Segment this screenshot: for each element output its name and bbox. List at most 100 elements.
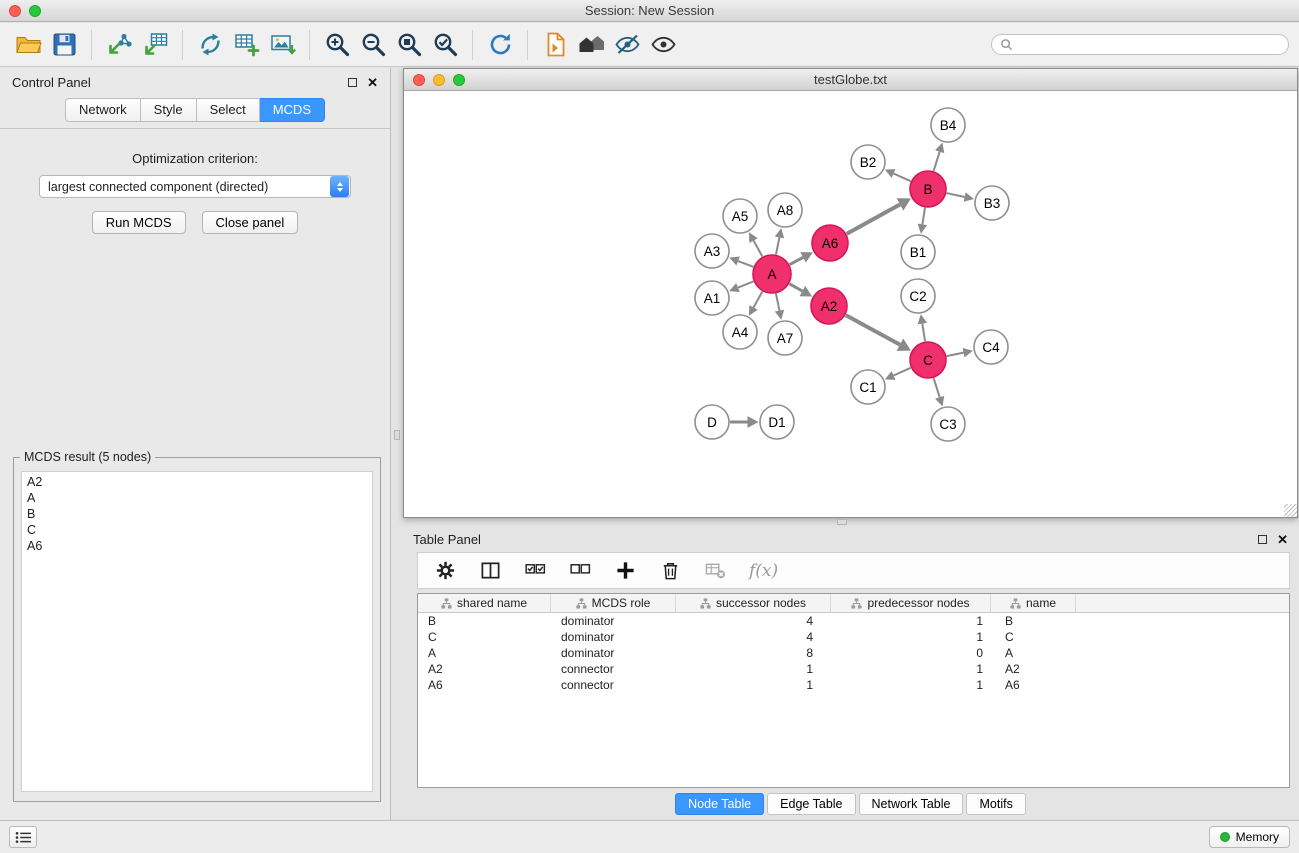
ndex-home-button[interactable] <box>573 27 609 63</box>
edge-A-A5[interactable] <box>754 241 763 257</box>
zoom-fit-button[interactable] <box>391 27 427 63</box>
zoom-window-icon[interactable] <box>29 5 41 17</box>
memory-button[interactable]: Memory <box>1209 826 1290 848</box>
tab-edge-table[interactable]: Edge Table <box>767 793 855 815</box>
edge-B-B1[interactable] <box>922 208 925 225</box>
mcds-result-item[interactable]: C <box>27 522 367 538</box>
edge-C-C1[interactable] <box>894 368 911 376</box>
close-panel-button[interactable]: Close panel <box>202 211 299 234</box>
optimization-criterion-dropdown[interactable]: largest connected component (directed) <box>39 175 351 198</box>
network-window-titlebar[interactable]: testGlobe.txt <box>404 69 1297 91</box>
edge-B-B3[interactable] <box>947 193 965 197</box>
tab-node-table[interactable]: Node Table <box>675 793 764 815</box>
import-table-button[interactable] <box>137 27 173 63</box>
zoom-view-icon[interactable] <box>453 74 465 86</box>
node-label-A: A <box>767 267 776 282</box>
export-image-button[interactable] <box>264 27 300 63</box>
tab-network-table[interactable]: Network Table <box>859 793 964 815</box>
table-row[interactable]: Cdominator41C <box>418 629 1289 645</box>
show-eye-button[interactable] <box>645 27 681 63</box>
hide-eye-button[interactable] <box>609 27 645 63</box>
table-settings-button[interactable] <box>434 558 457 584</box>
network-canvas[interactable]: B4B2BB3A5A8A6B1A3AC2A1A2A4A7C4CC1DD1C3 <box>404 92 1297 517</box>
task-history-button[interactable] <box>9 826 37 848</box>
edge-B-B2[interactable] <box>894 173 911 181</box>
hide-eye-icon <box>614 31 641 58</box>
deselect-all-button[interactable] <box>569 558 592 584</box>
column-header-MCDS-role[interactable]: MCDS role <box>551 594 676 612</box>
refresh-button[interactable] <box>482 27 518 63</box>
table-row[interactable]: A6connector11A6 <box>418 677 1289 693</box>
resize-grip-icon[interactable] <box>1284 504 1297 517</box>
edge-A-A1[interactable] <box>738 281 753 287</box>
toolbar-separator <box>309 30 310 60</box>
table-row[interactable]: Adominator80A <box>418 645 1289 661</box>
mcds-result-item[interactable]: A6 <box>27 538 367 554</box>
float-panel-icon[interactable] <box>348 78 357 87</box>
import-network-button[interactable] <box>101 27 137 63</box>
edge-A6-B[interactable] <box>847 204 900 233</box>
close-panel-icon[interactable]: ✕ <box>367 76 378 89</box>
mcds-result-item[interactable]: B <box>27 506 367 522</box>
run-mcds-button[interactable]: Run MCDS <box>92 211 186 234</box>
table-cell: C <box>418 629 551 645</box>
column-header-successor-nodes[interactable]: successor nodes <box>676 594 831 612</box>
tab-motifs[interactable]: Motifs <box>966 793 1025 815</box>
edge-C-C3[interactable] <box>934 378 940 397</box>
edge-A-A2[interactable] <box>789 284 802 291</box>
new-table-button[interactable] <box>228 27 264 63</box>
zoom-in-button[interactable] <box>319 27 355 63</box>
show-columns-button[interactable] <box>479 558 502 584</box>
zoom-selected-button[interactable] <box>427 27 463 63</box>
mcds-result-list[interactable]: A2ABCA6 <box>21 471 373 792</box>
minimize-view-icon[interactable] <box>433 74 445 86</box>
float-table-panel-icon[interactable] <box>1258 535 1267 544</box>
edge-B-B4[interactable] <box>934 152 940 171</box>
column-header-name[interactable]: name <box>991 594 1076 612</box>
function-builder-icon: f(x) <box>749 561 778 581</box>
node-label-B1: B1 <box>910 245 927 260</box>
close-window-icon[interactable] <box>9 5 21 17</box>
edge-C-C2[interactable] <box>922 324 925 342</box>
delete-row-button[interactable] <box>659 558 682 584</box>
memory-label: Memory <box>1236 830 1279 844</box>
zoom-in-icon <box>324 31 351 58</box>
edge-A-A4[interactable] <box>754 292 763 308</box>
edge-A-A8[interactable] <box>776 237 779 254</box>
add-row-button[interactable] <box>614 558 637 584</box>
select-all-button[interactable] <box>524 558 547 584</box>
column-sort-icon <box>441 598 452 609</box>
tab-select[interactable]: Select <box>197 98 260 122</box>
column-header-shared-name[interactable]: shared name <box>418 594 551 612</box>
save-session-button[interactable] <box>46 27 82 63</box>
mcds-result-item[interactable]: A <box>27 490 367 506</box>
close-view-icon[interactable] <box>413 74 425 86</box>
vertical-splitter-handle[interactable] <box>394 430 400 440</box>
edge-A-A7[interactable] <box>776 294 779 311</box>
control-panel-title: Control Panel <box>12 75 348 90</box>
zoom-out-button[interactable] <box>355 27 391 63</box>
edge-C-C4[interactable] <box>947 353 964 357</box>
column-header-predecessor-nodes[interactable]: predecessor nodes <box>831 594 991 612</box>
open-session-button[interactable] <box>10 27 46 63</box>
show-eye-icon <box>650 31 677 58</box>
node-label-C: C <box>923 353 933 368</box>
edge-A2-C[interactable] <box>846 315 900 345</box>
tab-style[interactable]: Style <box>141 98 197 122</box>
horizontal-splitter-handle[interactable] <box>837 519 847 525</box>
edge-arrow-icon <box>775 310 784 320</box>
import-file-button[interactable] <box>537 27 573 63</box>
node-label-D: D <box>707 415 717 430</box>
table-cell: 1 <box>676 677 831 693</box>
apply-layout-button[interactable] <box>192 27 228 63</box>
edge-A-A3[interactable] <box>738 261 753 267</box>
edge-A-A6[interactable] <box>790 257 803 264</box>
mcds-result-item[interactable]: A2 <box>27 474 367 490</box>
close-table-panel-icon[interactable]: ✕ <box>1277 533 1288 546</box>
search-input[interactable] <box>1018 38 1280 52</box>
tab-network[interactable]: Network <box>65 98 141 122</box>
table-row[interactable]: Bdominator41B <box>418 613 1289 629</box>
table-row[interactable]: A2connector11A2 <box>418 661 1289 677</box>
search-box[interactable] <box>991 34 1289 55</box>
tab-mcds[interactable]: MCDS <box>260 98 325 122</box>
